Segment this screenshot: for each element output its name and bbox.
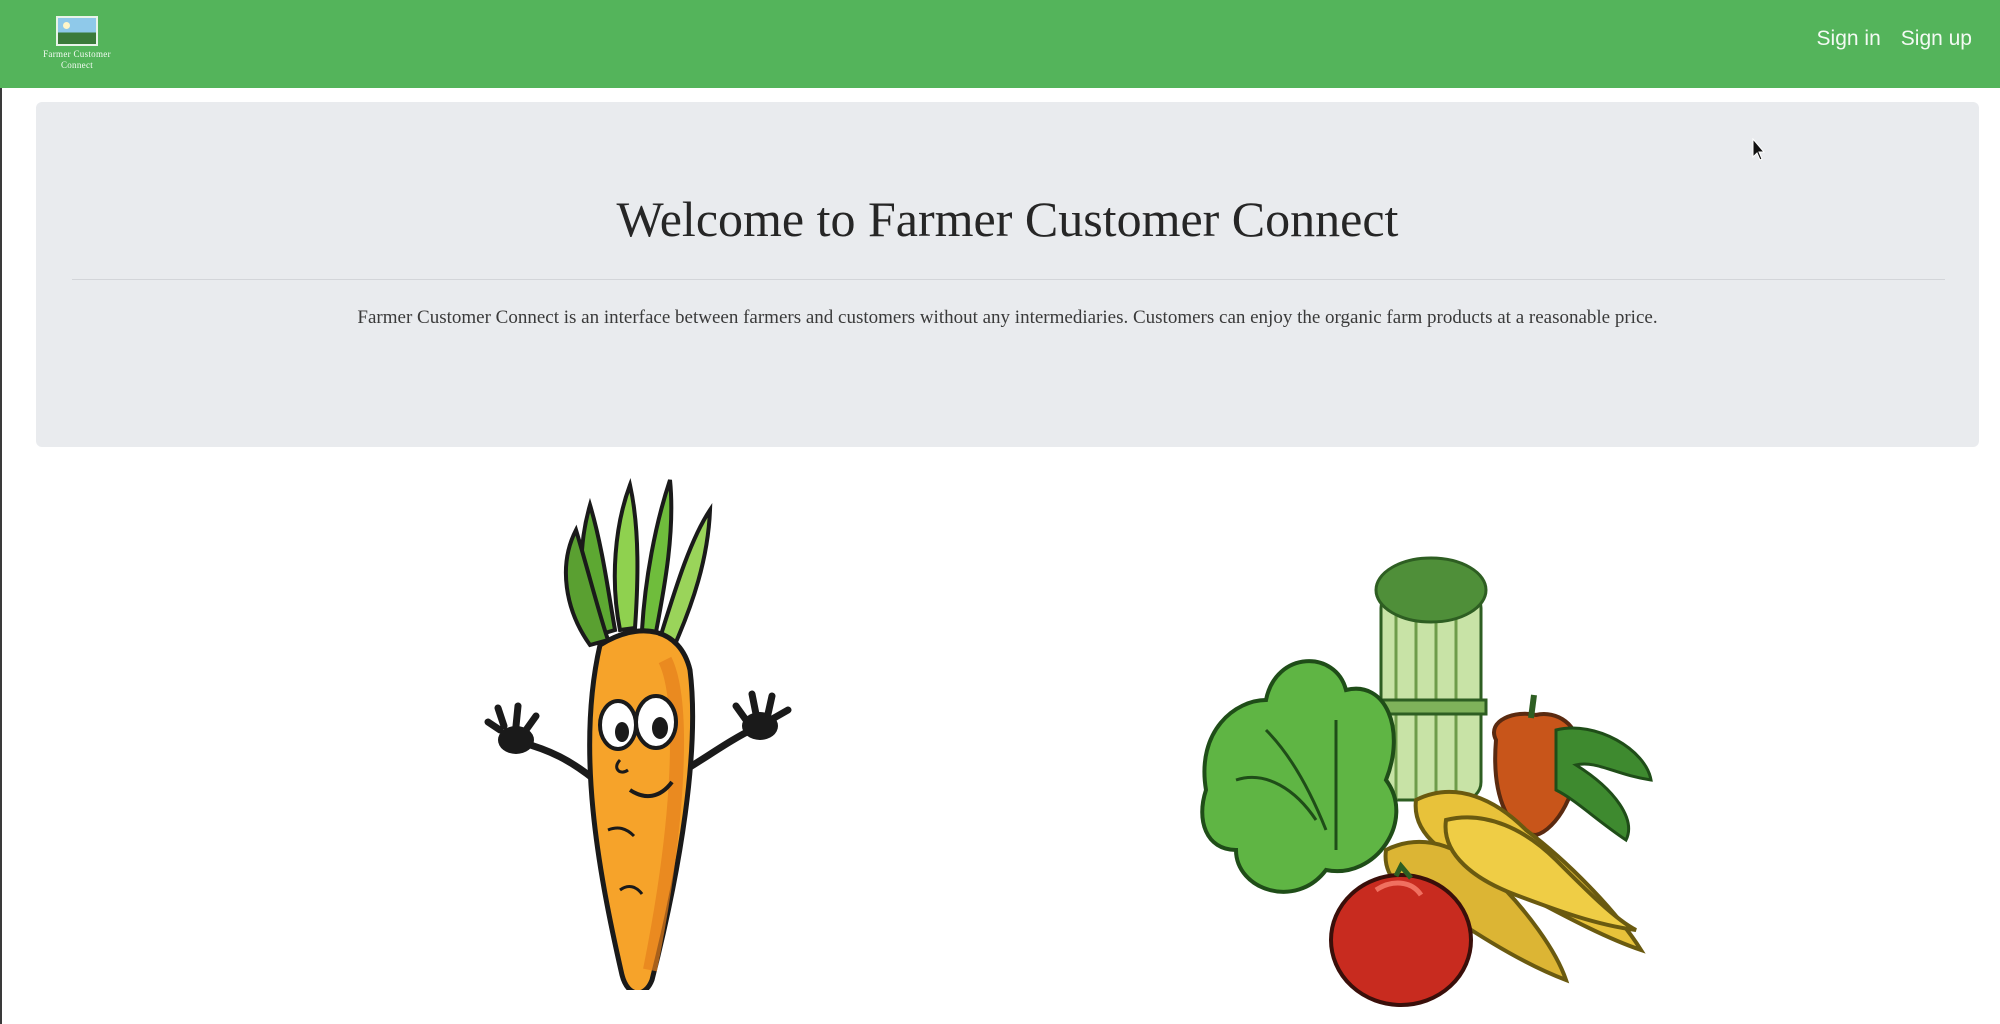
carrot-cartoon-image xyxy=(484,477,792,990)
hero-panel xyxy=(36,102,1979,447)
sign-in-link[interactable]: Sign in xyxy=(1817,27,1881,51)
navbar: Farmer Customer Connect Sign in Sign up xyxy=(0,0,2000,88)
window-edge xyxy=(0,0,2,1024)
logo-text-line2: Connect xyxy=(60,60,94,70)
auth-links: Sign in Sign up xyxy=(1817,27,1972,51)
vegetable-bundle-image xyxy=(1200,556,1653,1007)
page-title: Welcome to Farmer Customer Connect xyxy=(616,191,1399,247)
mouse-cursor-icon xyxy=(1752,138,1766,161)
sign-up-link[interactable]: Sign up xyxy=(1901,27,1972,51)
landscape-logo-icon xyxy=(56,16,98,46)
hero-divider xyxy=(72,279,1945,280)
hero-description: Farmer Customer Connect is an interface … xyxy=(357,307,1658,328)
brand-logo[interactable]: Farmer Customer Connect xyxy=(34,12,120,74)
logo-text-line1: Farmer Customer xyxy=(43,49,111,59)
